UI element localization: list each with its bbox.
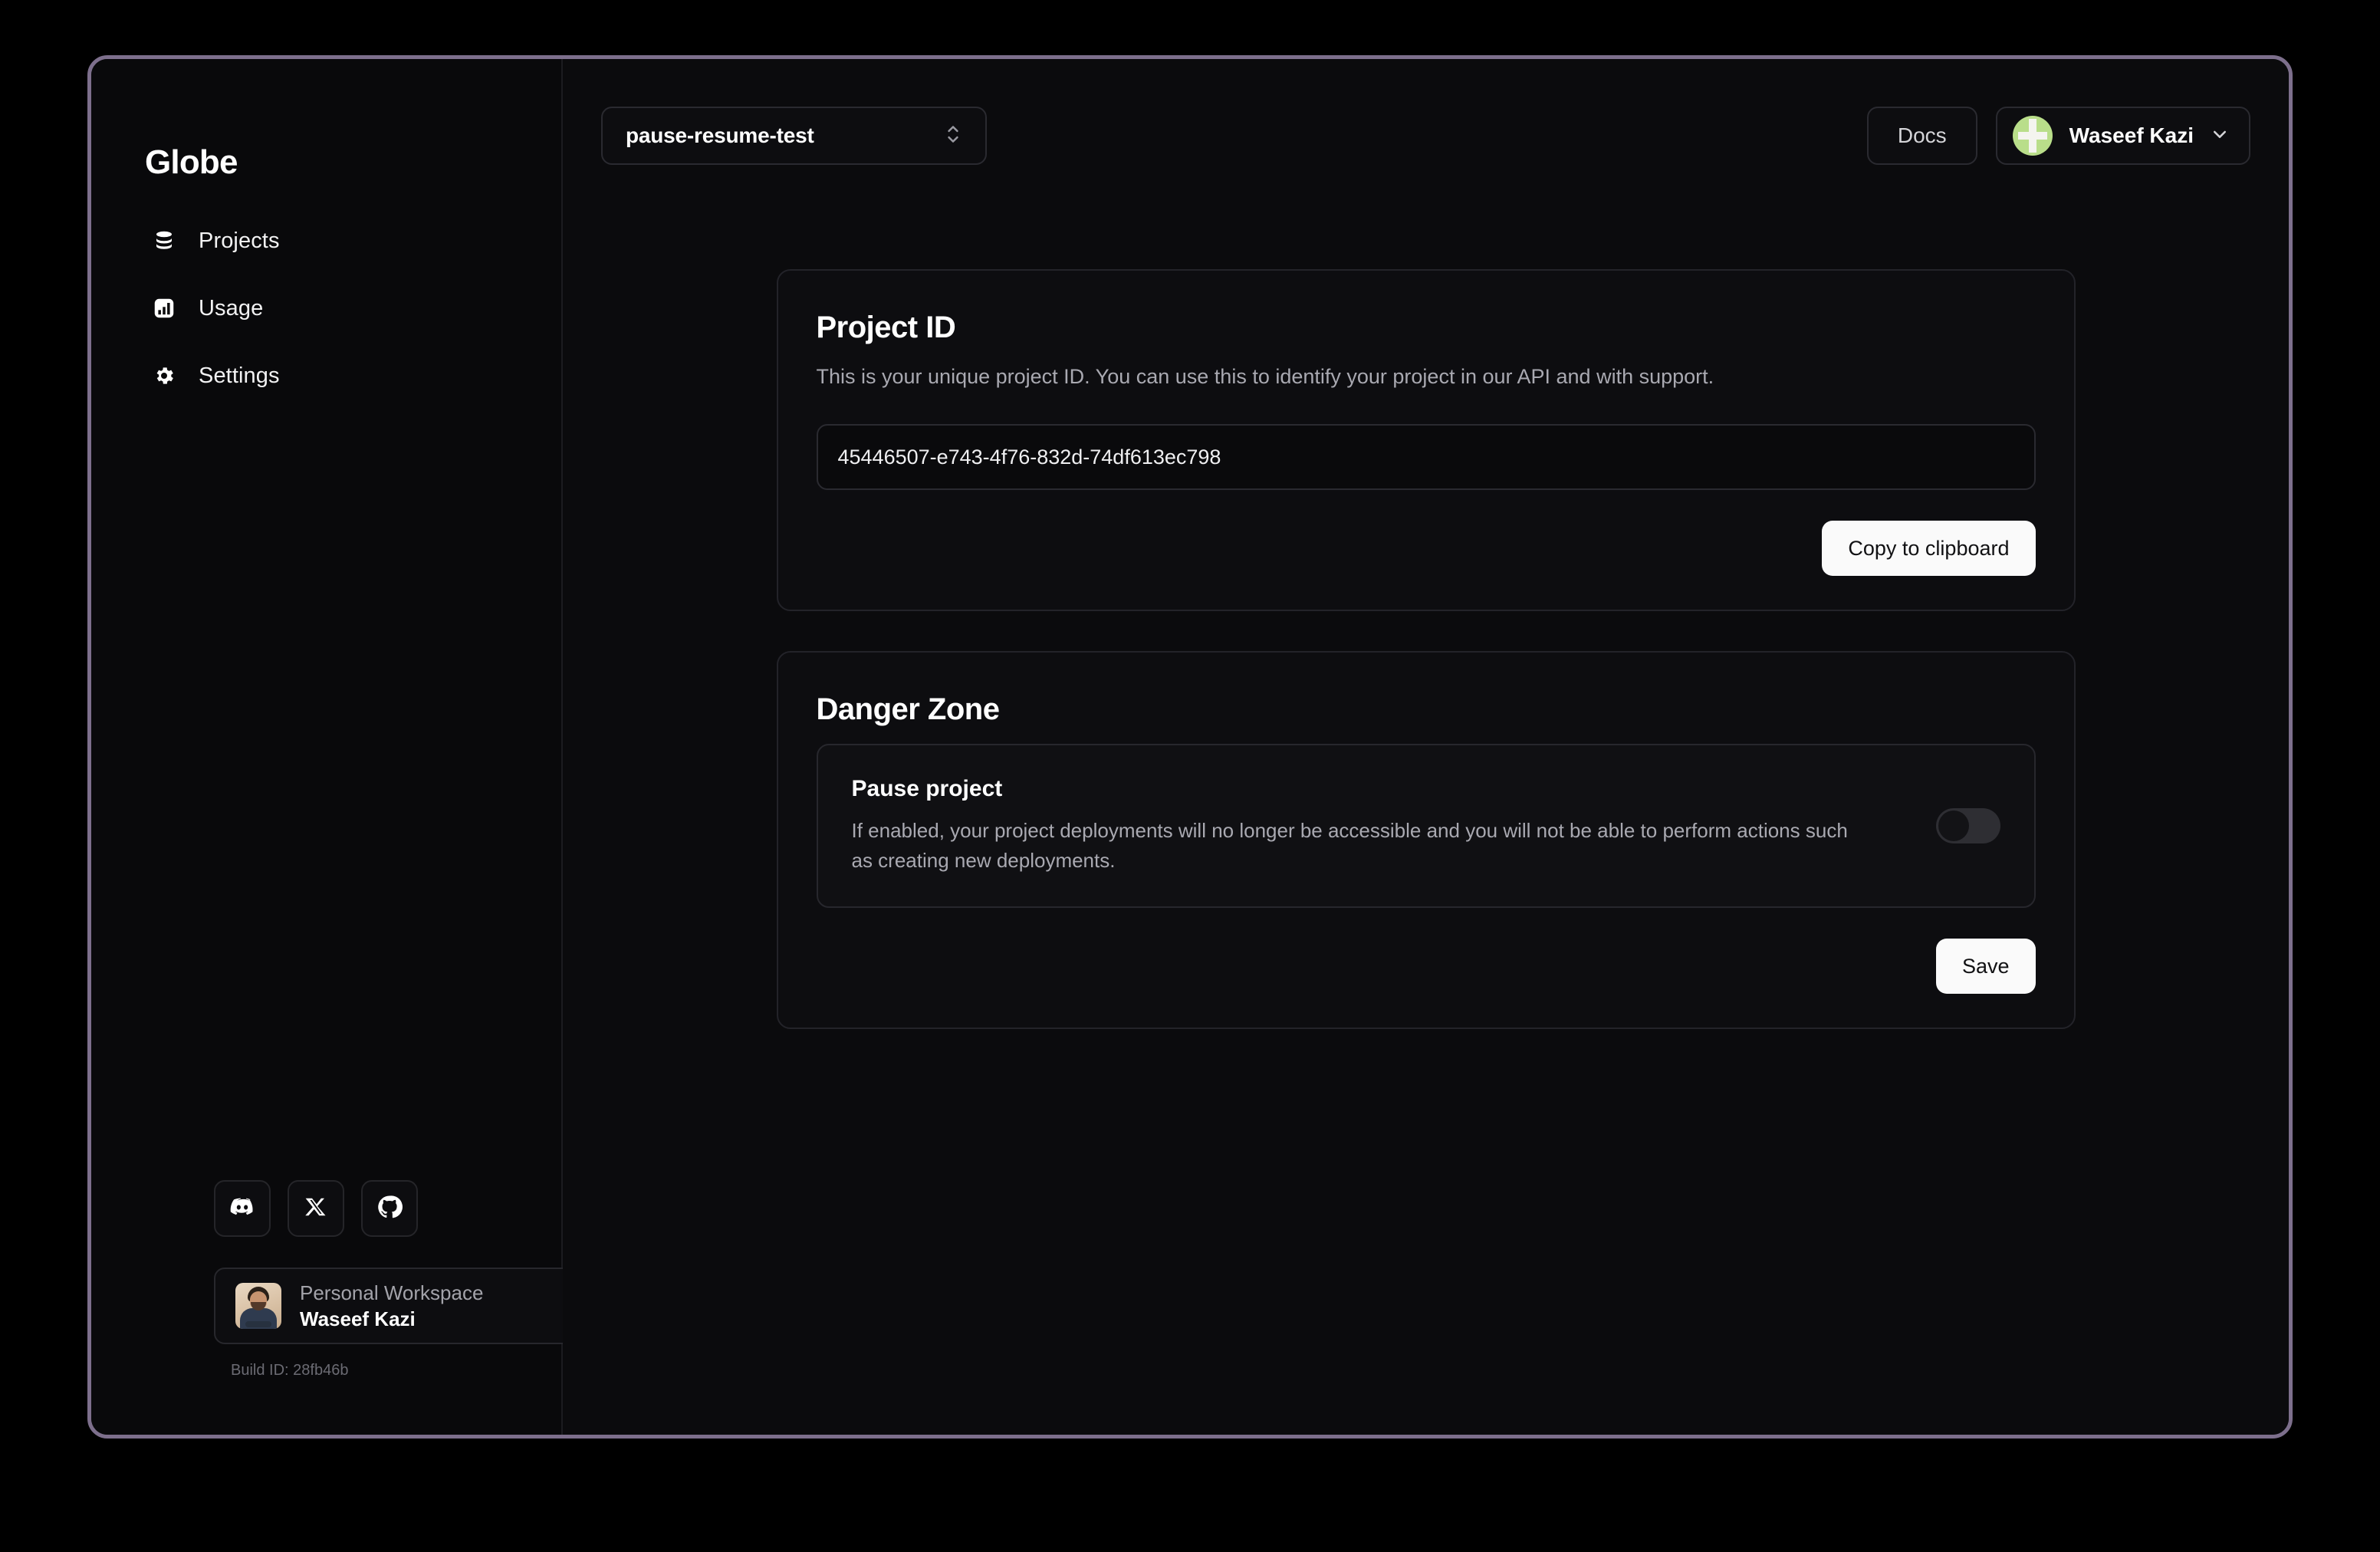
pause-project-toggle[interactable] [1935,808,2000,844]
toggle-knob [1938,811,1969,842]
workspace-info: Personal Workspace Waseef Kazi [300,1281,483,1331]
gear-icon [151,363,177,389]
build-id: Build ID: 28fb46b [231,1362,349,1379]
discord-icon [228,1193,256,1225]
sidebar-item-label: Usage [199,295,264,321]
workspace-name: Waseef Kazi [300,1307,416,1330]
user-menu-button[interactable]: Waseef Kazi [1995,107,2250,165]
sidebar-item-settings[interactable]: Settings [134,351,518,400]
sidebar: Globe Projects Usage Settings Personal W… [91,59,620,1435]
github-icon [376,1194,403,1224]
sidebar-item-label: Settings [199,363,280,388]
project-id-card: Project ID This is your unique project I… [776,269,2076,612]
chevron-updown-icon [944,123,962,150]
user-avatar [2012,116,2053,156]
docs-button[interactable]: Docs [1866,107,1977,165]
x-icon [304,1195,327,1222]
sidebar-item-usage[interactable]: Usage [134,284,518,333]
pause-project-panel: Pause project If enabled, your project d… [816,744,2036,909]
workspace-type: Personal Workspace [300,1281,484,1304]
x-link[interactable] [288,1180,344,1237]
pause-project-description: If enabled, your project deployments wil… [851,819,1848,873]
sidebar-item-projects[interactable]: Projects [134,216,518,265]
project-selector[interactable]: pause-resume-test [601,107,987,165]
project-id-input[interactable] [816,424,2036,491]
chevron-down-icon [2211,125,2229,147]
app-logo: Globe [145,143,238,181]
bar-chart-icon [151,295,177,321]
pause-project-heading: Pause project [851,776,1003,802]
avatar [235,1283,281,1329]
app-window: Globe Projects Usage Settings Personal W… [87,55,2293,1439]
save-button[interactable]: Save [1935,939,2036,995]
project-selector-value: pause-resume-test [626,123,814,147]
copy-to-clipboard-button[interactable]: Copy to clipboard [1822,521,2036,577]
content-region: Project ID This is your unique project I… [563,182,2289,1435]
topbar: pause-resume-test Docs Waseef Kazi [563,59,2289,182]
github-link[interactable] [361,1180,418,1237]
project-id-description: This is your unique project ID. You can … [816,365,1714,388]
danger-zone-title: Danger Zone [816,692,1000,727]
project-id-actions: Copy to clipboard [817,521,2036,577]
danger-zone-card: Danger Zone Pause project If enabled, yo… [776,651,2076,1030]
main-area: pause-resume-test Docs Waseef Kazi Proje… [563,59,2289,1435]
sidebar-nav: Projects Usage Settings [134,216,518,419]
pause-project-text: Pause project If enabled, your project d… [852,776,1905,876]
topbar-actions: Docs Waseef Kazi [1866,107,2250,165]
danger-zone-actions: Save [817,939,2036,995]
user-name: Waseef Kazi [2069,123,2194,147]
discord-link[interactable] [214,1180,271,1237]
content-column: Project ID This is your unique project I… [776,182,2076,1435]
database-icon [151,228,177,254]
social-links [214,1180,418,1237]
project-id-title: Project ID [816,311,956,344]
docs-label: Docs [1897,123,1947,147]
sidebar-item-label: Projects [199,228,280,253]
workspace-switcher[interactable]: Personal Workspace Waseef Kazi [214,1268,620,1344]
